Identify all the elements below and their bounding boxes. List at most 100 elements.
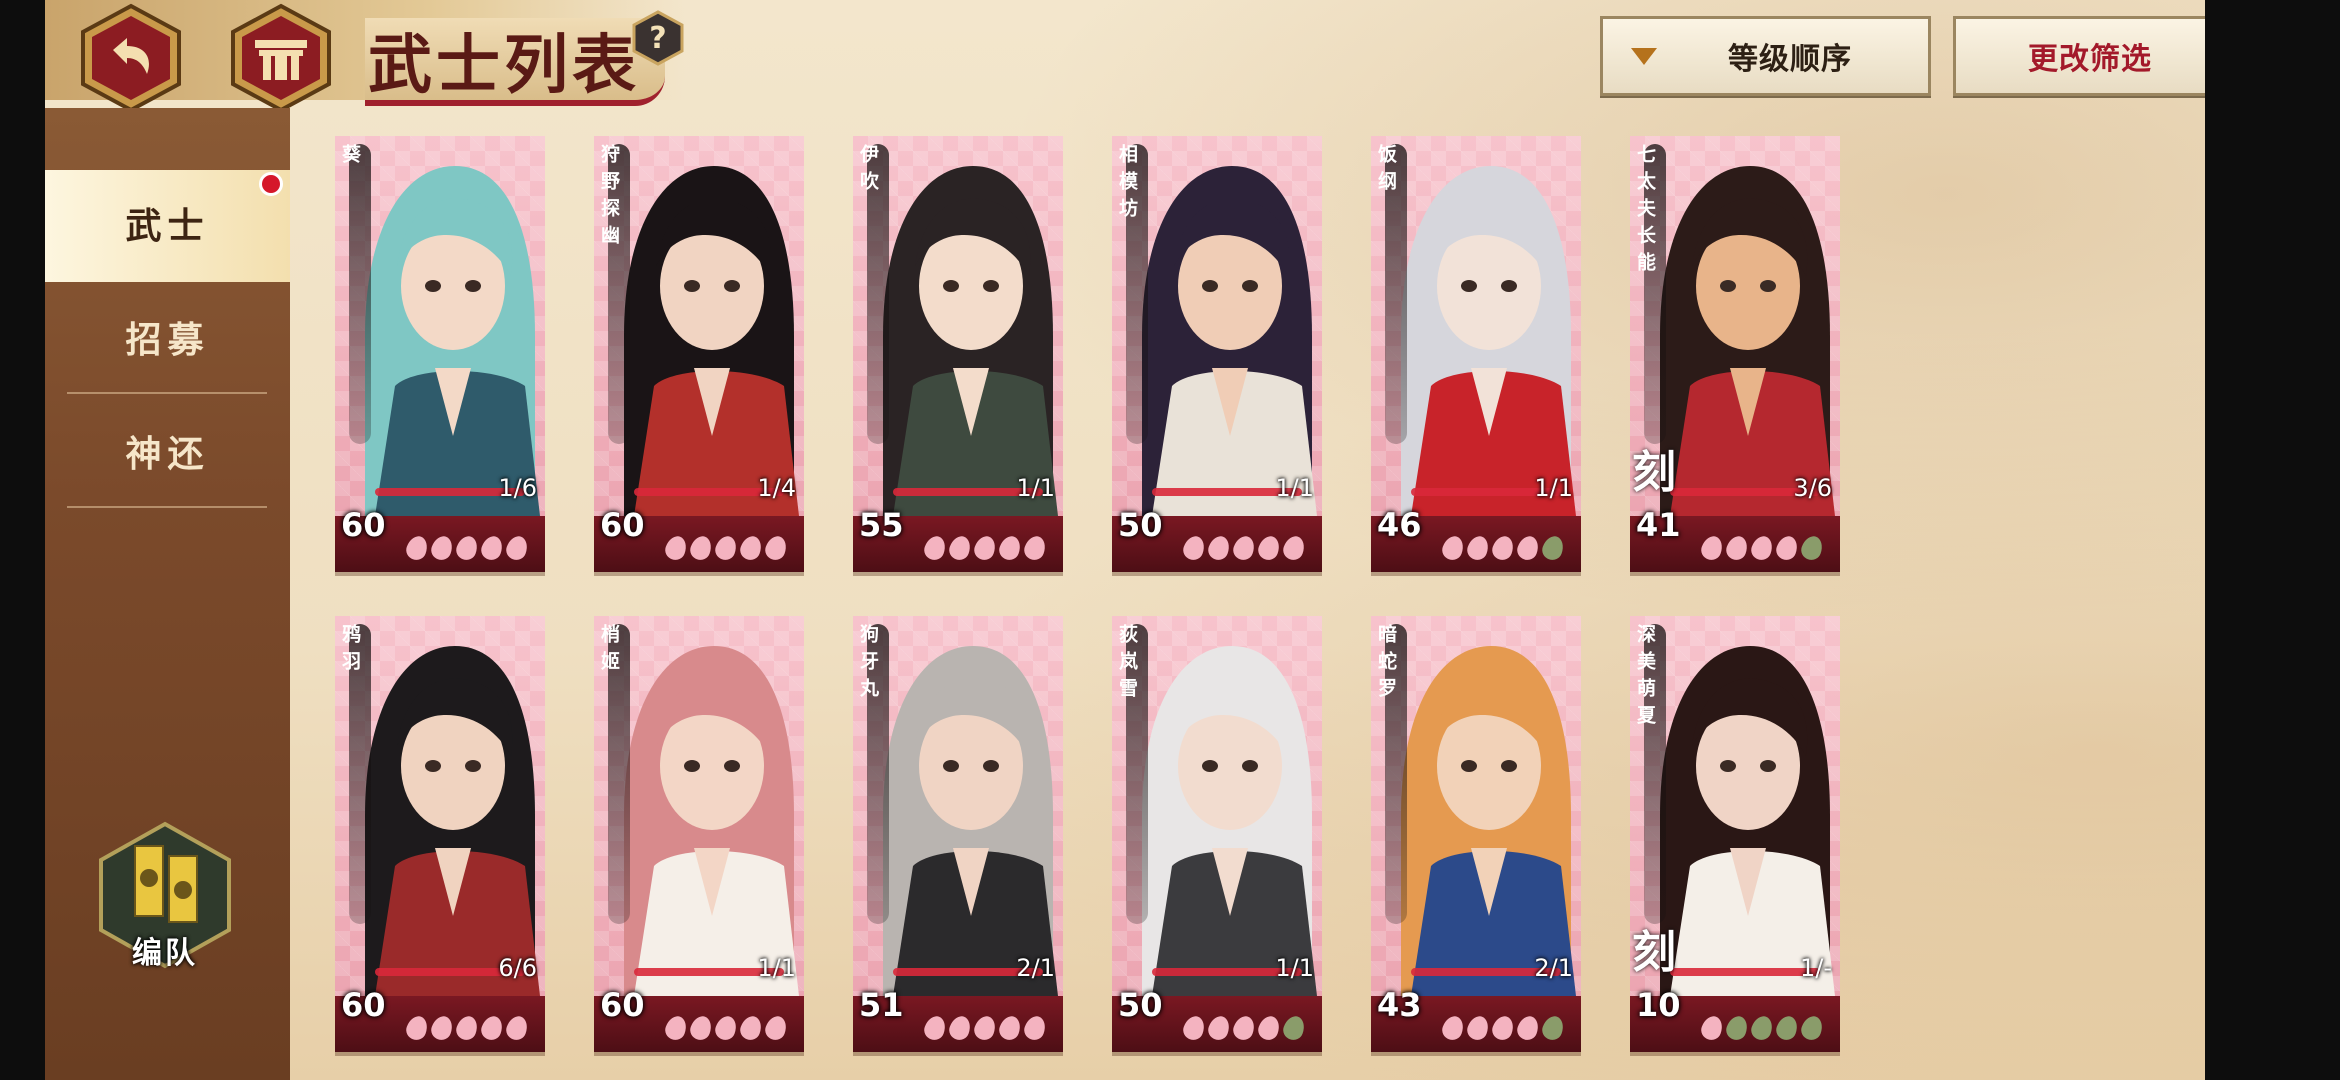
petal-star-filled-icon (1280, 533, 1308, 563)
duplicate-count: 1/1 (1016, 474, 1055, 502)
star-petals (1698, 533, 1827, 563)
samurai-name: 狗牙丸 (857, 624, 879, 705)
petal-star-empty-icon (1539, 533, 1567, 563)
samurai-card[interactable]: 深美萌夏刻 1/- 10 (1630, 616, 1840, 1052)
petal-star-filled-icon (503, 1013, 531, 1043)
petal-star-filled-icon (428, 1013, 456, 1043)
duplicate-count: 6/6 (498, 954, 537, 982)
petal-star-filled-icon (1698, 1013, 1726, 1043)
samurai-level: 41 (1636, 506, 1681, 544)
samurai-card[interactable]: 伊吹 1/1 55 (853, 136, 1063, 572)
svg-text:?: ? (649, 21, 666, 56)
petal-star-filled-icon (946, 533, 974, 563)
petal-star-empty-icon (1748, 1013, 1776, 1043)
petal-star-filled-icon (737, 1013, 765, 1043)
samurai-card[interactable]: 饭纲 1/1 46 (1371, 136, 1581, 572)
samurai-card[interactable]: 暗蛇罗 2/1 43 (1371, 616, 1581, 1052)
dropdown-triangle-icon (1631, 48, 1657, 65)
petal-star-filled-icon (1489, 533, 1517, 563)
samurai-card[interactable]: 狗牙丸 2/1 51 (853, 616, 1063, 1052)
back-button[interactable] (75, 2, 187, 114)
duplicate-count: 1/1 (1275, 474, 1314, 502)
star-petals (1180, 1013, 1309, 1043)
sidebar-item-recruit[interactable]: 招募 (45, 284, 290, 396)
team-formation-label: 编队 (132, 936, 198, 971)
petal-star-filled-icon (1723, 533, 1751, 563)
petal-star-filled-icon (762, 533, 790, 563)
petal-star-filled-icon (478, 1013, 506, 1043)
samurai-level: 51 (859, 986, 904, 1024)
star-petals (1180, 533, 1309, 563)
help-icon: ? (632, 10, 684, 66)
change-filter-button[interactable]: 更改筛选 (1953, 16, 2205, 96)
samurai-level: 10 (1636, 986, 1681, 1024)
samurai-card[interactable]: 梢姬 1/1 60 (594, 616, 804, 1052)
petal-star-filled-icon (921, 533, 949, 563)
engraving-mark: 刻 (1632, 927, 1676, 978)
samurai-name: 梢姬 (598, 624, 620, 678)
star-petals (1698, 1013, 1827, 1043)
samurai-name: 狩野探幽 (598, 144, 620, 252)
samurai-name: 鸦羽 (339, 624, 361, 678)
petal-star-filled-icon (1439, 533, 1467, 563)
petal-star-filled-icon (1773, 533, 1801, 563)
petal-star-filled-icon (1514, 533, 1542, 563)
screen-edge-right (2205, 0, 2340, 1080)
petal-star-filled-icon (712, 1013, 740, 1043)
petal-star-filled-icon (687, 1013, 715, 1043)
petal-star-filled-icon (1464, 533, 1492, 563)
samurai-name: 暗蛇罗 (1375, 624, 1397, 705)
samurai-level: 46 (1377, 506, 1422, 544)
petal-star-filled-icon (971, 533, 999, 563)
petal-star-filled-icon (996, 533, 1024, 563)
sidebar-item-return[interactable]: 神还 (45, 398, 290, 510)
samurai-card[interactable]: 葵 1/6 60 (335, 136, 545, 572)
sidebar: 武士 招募 神还 编队 (45, 108, 290, 1080)
samurai-card[interactable]: 七太夫长能刻 3/6 41 (1630, 136, 1840, 572)
petal-star-filled-icon (762, 1013, 790, 1043)
samurai-name: 饭纲 (1375, 144, 1397, 198)
card-stripe (1670, 968, 1820, 976)
star-petals (662, 533, 791, 563)
star-petals (1439, 533, 1568, 563)
petal-star-filled-icon (971, 1013, 999, 1043)
petal-star-filled-icon (1021, 533, 1049, 563)
name-plate (349, 144, 371, 444)
petal-star-filled-icon (1205, 1013, 1233, 1043)
samurai-level: 50 (1118, 986, 1163, 1024)
star-petals (662, 1013, 791, 1043)
samurai-name: 伊吹 (857, 144, 879, 198)
duplicate-count: 1/6 (498, 474, 537, 502)
star-petals (403, 1013, 532, 1043)
sidebar-divider (67, 392, 267, 394)
samurai-card[interactable]: 相模坊 1/1 50 (1112, 136, 1322, 572)
petal-star-empty-icon (1798, 1013, 1826, 1043)
petal-star-filled-icon (503, 533, 531, 563)
duplicate-count: 1/1 (757, 954, 796, 982)
team-formation-button[interactable]: 编队 (95, 820, 235, 971)
petal-star-filled-icon (1464, 1013, 1492, 1043)
samurai-level: 60 (600, 986, 645, 1024)
page-title: 武士列表 (368, 28, 640, 103)
petal-star-filled-icon (1255, 533, 1283, 563)
samurai-card[interactable]: 鸦羽 6/6 60 (335, 616, 545, 1052)
notification-badge (259, 172, 283, 196)
petal-star-filled-icon (1230, 533, 1258, 563)
petal-star-filled-icon (1514, 1013, 1542, 1043)
duplicate-count: 3/6 (1793, 474, 1832, 502)
samurai-card[interactable]: 荻岚雪 1/1 50 (1112, 616, 1322, 1052)
castle-gate-icon (231, 3, 331, 113)
sidebar-item-samurai[interactable]: 武士 (45, 170, 290, 282)
samurai-card[interactable]: 狩野探幽 1/4 60 (594, 136, 804, 572)
sidebar-item-label: 神还 (125, 433, 210, 475)
home-button[interactable] (225, 2, 337, 114)
petal-star-filled-icon (1180, 1013, 1208, 1043)
sort-dropdown[interactable]: 等级顺序 (1600, 16, 1931, 96)
screen-edge-left (0, 0, 45, 1080)
samurai-name: 荻岚雪 (1116, 624, 1138, 705)
help-button[interactable]: ? (630, 10, 686, 66)
petal-star-filled-icon (1230, 1013, 1258, 1043)
petal-star-filled-icon (1021, 1013, 1049, 1043)
petal-star-empty-icon (1280, 1013, 1308, 1043)
petal-star-filled-icon (1489, 1013, 1517, 1043)
